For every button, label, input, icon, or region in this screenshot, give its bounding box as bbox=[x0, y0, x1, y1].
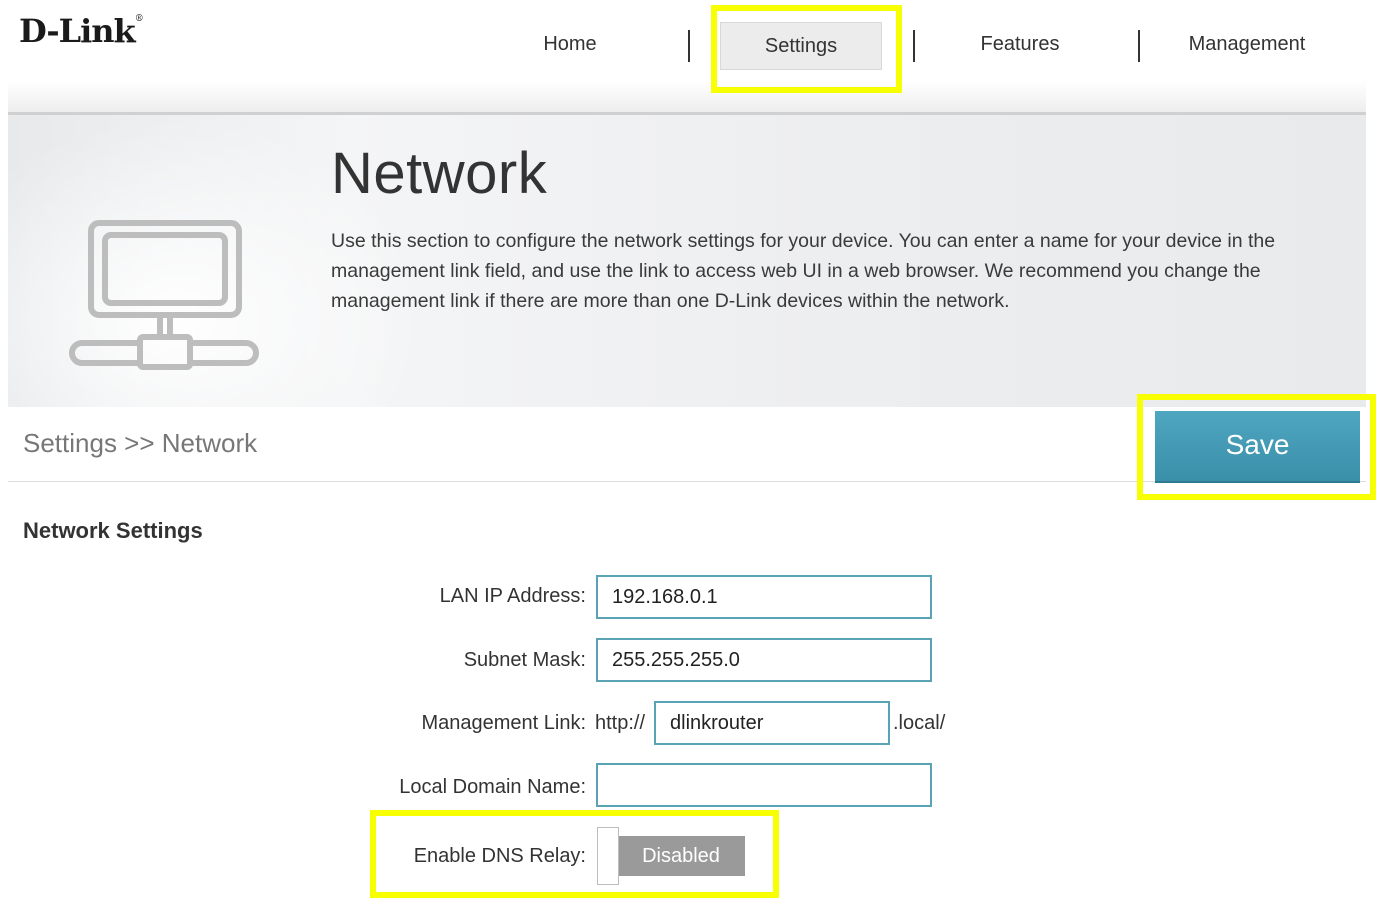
local-domain-label: Local Domain Name: bbox=[399, 776, 586, 798]
lan-ip-input[interactable] bbox=[596, 575, 932, 619]
dlink-logo: D-Link® bbox=[19, 12, 144, 50]
management-link-suffix: .local/ bbox=[893, 712, 946, 734]
logo-text: D-Link bbox=[19, 12, 136, 50]
nav-features[interactable]: Features bbox=[960, 22, 1080, 66]
local-domain-input[interactable] bbox=[596, 763, 932, 807]
page-description: Use this section to configure the networ… bbox=[331, 230, 1276, 312]
monitor-network-icon bbox=[69, 220, 259, 370]
nav-separator bbox=[688, 30, 690, 62]
toggle-knob[interactable] bbox=[597, 827, 619, 885]
dns-relay-toggle[interactable]: Disabled bbox=[597, 827, 747, 885]
management-link-input[interactable] bbox=[654, 701, 890, 745]
breadcrumb: Settings >> Network bbox=[23, 428, 258, 458]
nav-separator bbox=[913, 30, 915, 62]
lan-ip-label: LAN IP Address: bbox=[439, 585, 586, 607]
management-link-prefix: http:// bbox=[595, 712, 646, 734]
save-button[interactable]: Save bbox=[1155, 411, 1360, 483]
registered-mark: ® bbox=[134, 14, 144, 24]
top-nav-bar: D-Link® bbox=[8, 0, 1366, 115]
page-title: Network bbox=[331, 141, 548, 206]
subnet-mask-input[interactable] bbox=[596, 638, 932, 682]
nav-home[interactable]: Home bbox=[510, 22, 630, 66]
toggle-state: Disabled bbox=[617, 836, 745, 876]
management-link-label: Management Link: bbox=[421, 712, 586, 734]
nav-separator bbox=[1138, 30, 1140, 62]
nav-management[interactable]: Management bbox=[1172, 22, 1322, 66]
dns-relay-label: Enable DNS Relay: bbox=[413, 845, 586, 867]
section-title: Network Settings bbox=[23, 518, 203, 543]
highlight-settings-tab bbox=[711, 5, 902, 93]
subnet-mask-label: Subnet Mask: bbox=[463, 649, 586, 671]
